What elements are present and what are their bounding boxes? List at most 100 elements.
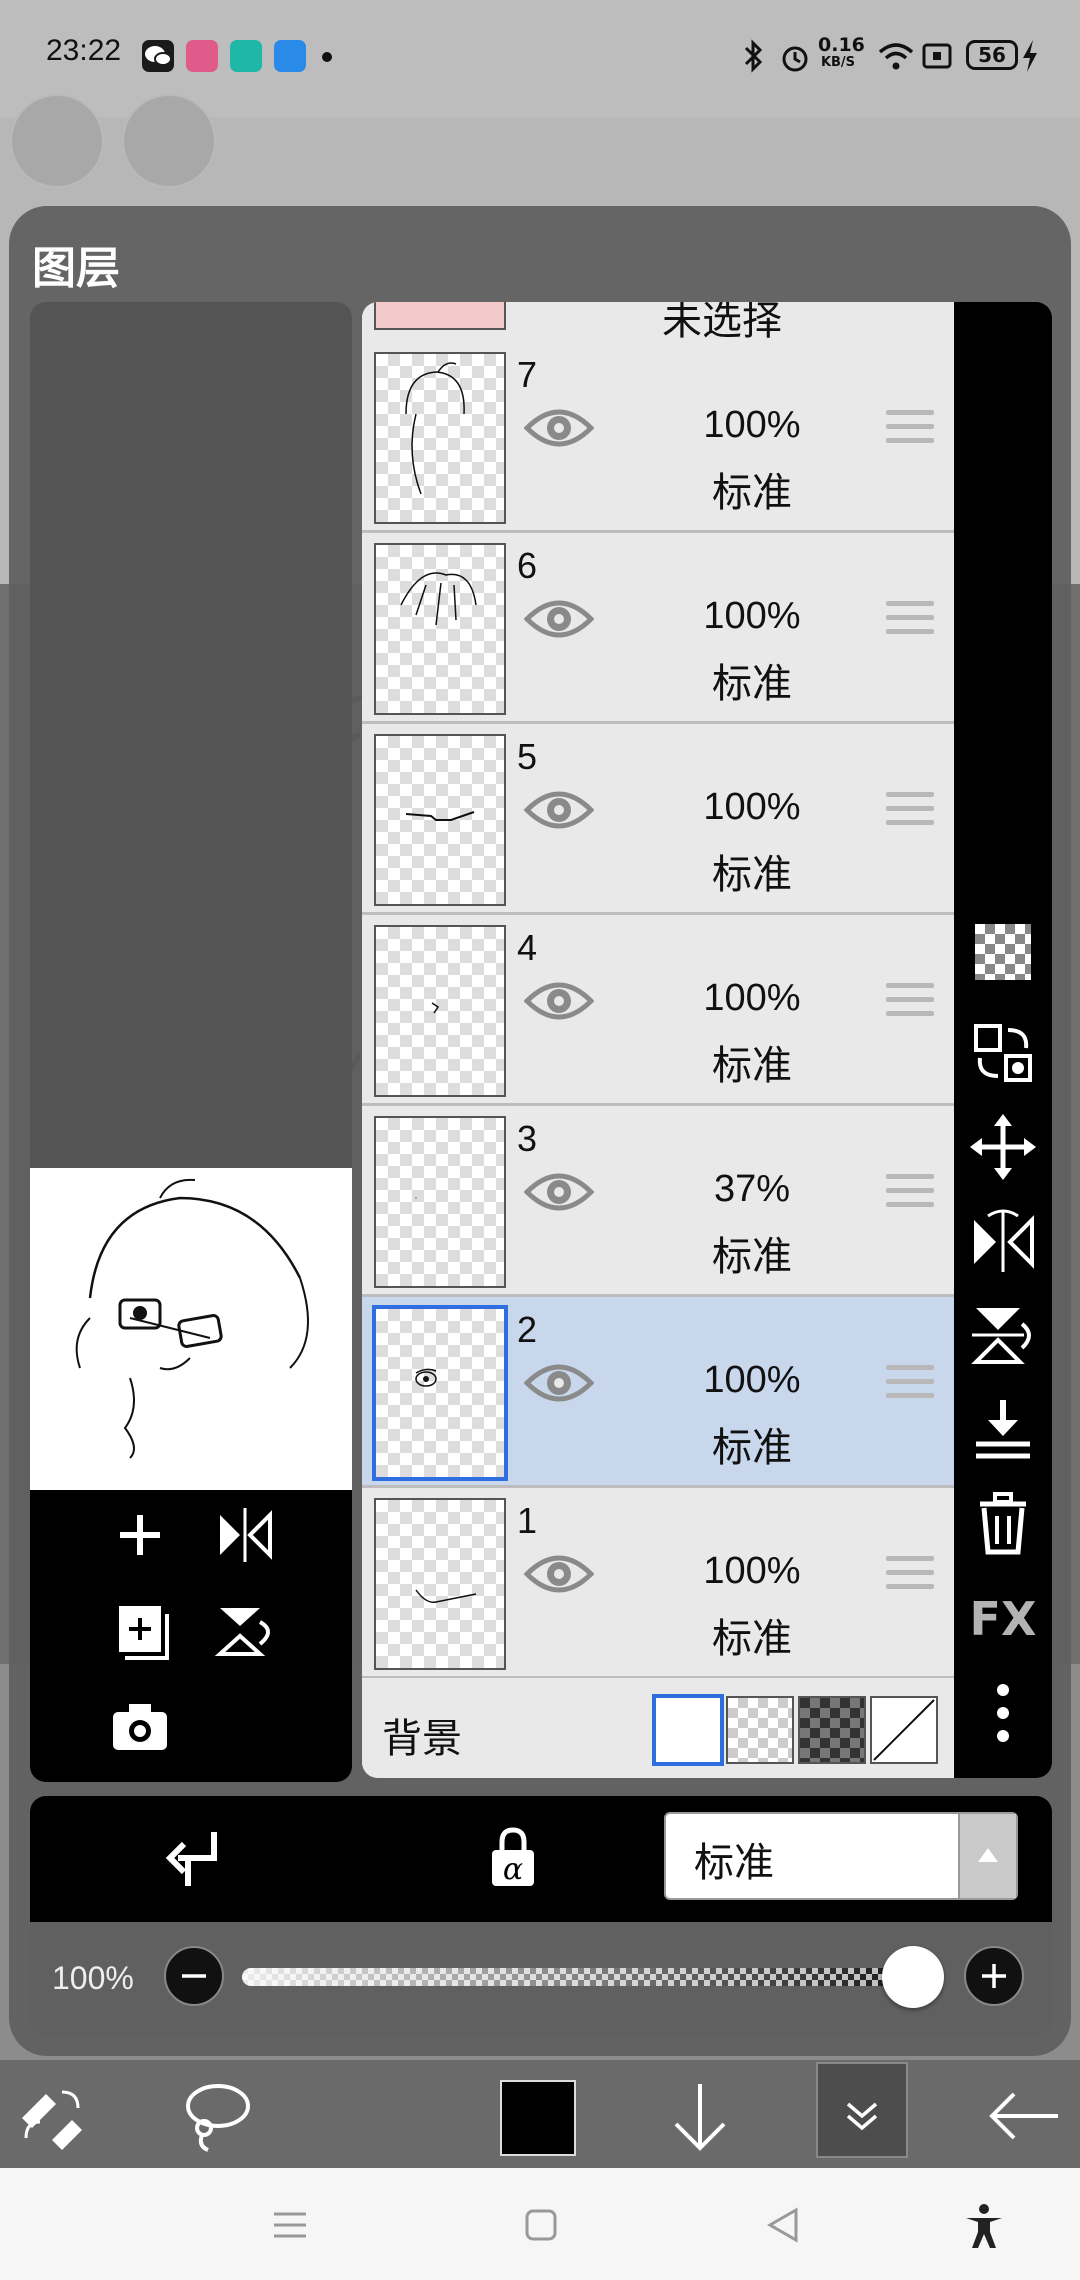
- clipping-icon[interactable]: [158, 1824, 228, 1894]
- add-copy-icon[interactable]: [105, 1596, 175, 1666]
- visibility-eye-icon[interactable]: [523, 400, 595, 456]
- opacity-increase-button[interactable]: [964, 1946, 1024, 2006]
- background-layer-row[interactable]: 背景: [362, 1678, 954, 1778]
- layer-row-unselected-top[interactable]: 未选择: [362, 302, 954, 345]
- charging-icon: [1020, 38, 1040, 78]
- layer-thumbnail[interactable]: [374, 352, 506, 524]
- transfer-icon[interactable]: [968, 1018, 1038, 1088]
- opacity-value: 100%: [52, 1960, 134, 1996]
- camera-icon[interactable]: [105, 1692, 175, 1762]
- bg-dark-checker-option[interactable]: [798, 1696, 866, 1764]
- opacity-slider-track[interactable]: [242, 1968, 932, 1986]
- drag-handle-icon[interactable]: [886, 1174, 934, 1218]
- flip-horizontal-icon[interactable]: [968, 1206, 1038, 1276]
- blend-mode-bar: α 标准: [30, 1796, 1052, 1922]
- opacity-slider-knob[interactable]: [882, 1946, 944, 2008]
- visibility-eye-icon[interactable]: [523, 782, 595, 838]
- eraser-swap-icon[interactable]: [16, 2082, 92, 2150]
- layer-opacity: 100%: [703, 977, 801, 1019]
- flip-layer-icon[interactable]: [210, 1500, 280, 1570]
- accessibility-icon[interactable]: [960, 2202, 1008, 2250]
- nfc-icon: [922, 42, 952, 74]
- layer-thumbnail[interactable]: [374, 543, 506, 715]
- layer-blend-mode: 标准: [712, 1234, 792, 1280]
- visibility-eye-icon[interactable]: [523, 1164, 595, 1220]
- app-icon: [274, 40, 306, 72]
- more-icon[interactable]: [968, 1678, 1038, 1748]
- network-speed-value: 0.16: [818, 34, 865, 56]
- canvas-preview[interactable]: [30, 1168, 352, 1490]
- alpha-lock-icon[interactable]: α: [478, 1824, 548, 1894]
- bluetooth-icon: [742, 38, 766, 78]
- drag-handle-icon[interactable]: [886, 1556, 934, 1600]
- home-nav-icon[interactable]: [524, 2208, 558, 2242]
- redo-button[interactable]: [122, 94, 216, 188]
- layer-number: 6: [517, 545, 538, 586]
- back-nav-icon[interactable]: [766, 2206, 800, 2244]
- add-layer-icon[interactable]: [105, 1500, 175, 1570]
- arrow-down-icon[interactable]: [662, 2078, 738, 2154]
- left-layer-tools: [30, 1490, 352, 1782]
- blend-dropdown-arrow[interactable]: [958, 1814, 1016, 1898]
- layer-thumbnail[interactable]: [372, 1305, 508, 1481]
- menu-nav-icon[interactable]: [272, 2210, 308, 2240]
- layer-thumbnail[interactable]: [374, 925, 506, 1097]
- visibility-eye-icon[interactable]: [523, 1546, 595, 1602]
- layer-number: 2: [517, 1309, 538, 1350]
- panel-title: 图层: [32, 243, 120, 294]
- layer-row-4[interactable]: 4 100% 标准: [362, 915, 954, 1106]
- layer-number: 1: [517, 1500, 538, 1541]
- drag-handle-icon[interactable]: [886, 1365, 934, 1409]
- battery-icon: 56: [966, 40, 1018, 70]
- network-speed-unit: KB/S: [820, 55, 856, 70]
- layer-thumbnail[interactable]: [374, 1116, 506, 1288]
- fx-icon[interactable]: FX: [968, 1584, 1038, 1654]
- drag-handle-icon[interactable]: [886, 601, 934, 645]
- bg-none-option[interactable]: [870, 1696, 938, 1764]
- drag-handle-icon[interactable]: [886, 983, 934, 1027]
- layer-row-2[interactable]: 2 100% 标准: [362, 1297, 954, 1488]
- system-navigation-bar: [0, 2168, 1080, 2280]
- drag-handle-icon[interactable]: [886, 410, 934, 454]
- layer-blend-mode: 标准: [712, 661, 792, 707]
- visibility-eye-icon[interactable]: [523, 591, 595, 647]
- visibility-eye-icon[interactable]: [523, 1355, 595, 1411]
- checker-icon[interactable]: [975, 924, 1031, 980]
- layer-opacity: 100%: [703, 1550, 801, 1592]
- network-speed: 0.16 KB/S: [818, 34, 865, 72]
- layer-blend-mode: 标准: [712, 852, 792, 898]
- layer-thumbnail[interactable]: [374, 734, 506, 906]
- app-icon: [230, 40, 262, 72]
- bg-white-option[interactable]: [652, 1694, 724, 1766]
- layer-row-1[interactable]: 1 100% 标准: [362, 1488, 954, 1679]
- layer-number: 5: [517, 736, 538, 777]
- lasso-icon[interactable]: [178, 2078, 254, 2154]
- flip-vertical-icon[interactable]: [968, 1300, 1038, 1370]
- layer-row-7[interactable]: 7 100% 标准: [362, 342, 954, 533]
- layer-row-3[interactable]: 3 37% 标准: [362, 1106, 954, 1297]
- opacity-decrease-button[interactable]: [164, 1946, 224, 2006]
- layer-blend-mode: 标准: [712, 1425, 792, 1471]
- layer-thumbnail[interactable]: [374, 1498, 506, 1670]
- visibility-eye-icon[interactable]: [523, 973, 595, 1029]
- layer-menu-button[interactable]: [816, 2062, 908, 2158]
- drag-handle-icon[interactable]: [886, 792, 934, 836]
- undo-button[interactable]: [10, 94, 104, 188]
- bg-transparent-option[interactable]: [726, 1696, 794, 1764]
- move-icon[interactable]: [968, 1112, 1038, 1182]
- battery-level: 56: [978, 43, 1006, 67]
- back-arrow-icon[interactable]: [984, 2078, 1064, 2154]
- trash-icon[interactable]: [968, 1488, 1038, 1558]
- layer-list[interactable]: 未选择 7 100% 标准 6 100% 标准 5 100% 标准 4 100% 标准 3 37% 标准 2 1…: [362, 302, 954, 1778]
- merge-down-icon[interactable]: [968, 1394, 1038, 1464]
- layer-row-6[interactable]: 6 100% 标准: [362, 533, 954, 724]
- layer-row-5[interactable]: 5 100% 标准: [362, 724, 954, 915]
- bottom-toolbar: [0, 2060, 1080, 2168]
- layer-blend-mode: 标准: [712, 470, 792, 516]
- background-label: 背景: [382, 1716, 462, 1762]
- rotate-icon[interactable]: [210, 1596, 280, 1666]
- blend-mode-select[interactable]: 标准: [664, 1812, 1018, 1900]
- color-swatch-button[interactable]: [500, 2080, 576, 2156]
- layer-opacity: 100%: [703, 404, 801, 446]
- layer-number: 3: [517, 1118, 538, 1159]
